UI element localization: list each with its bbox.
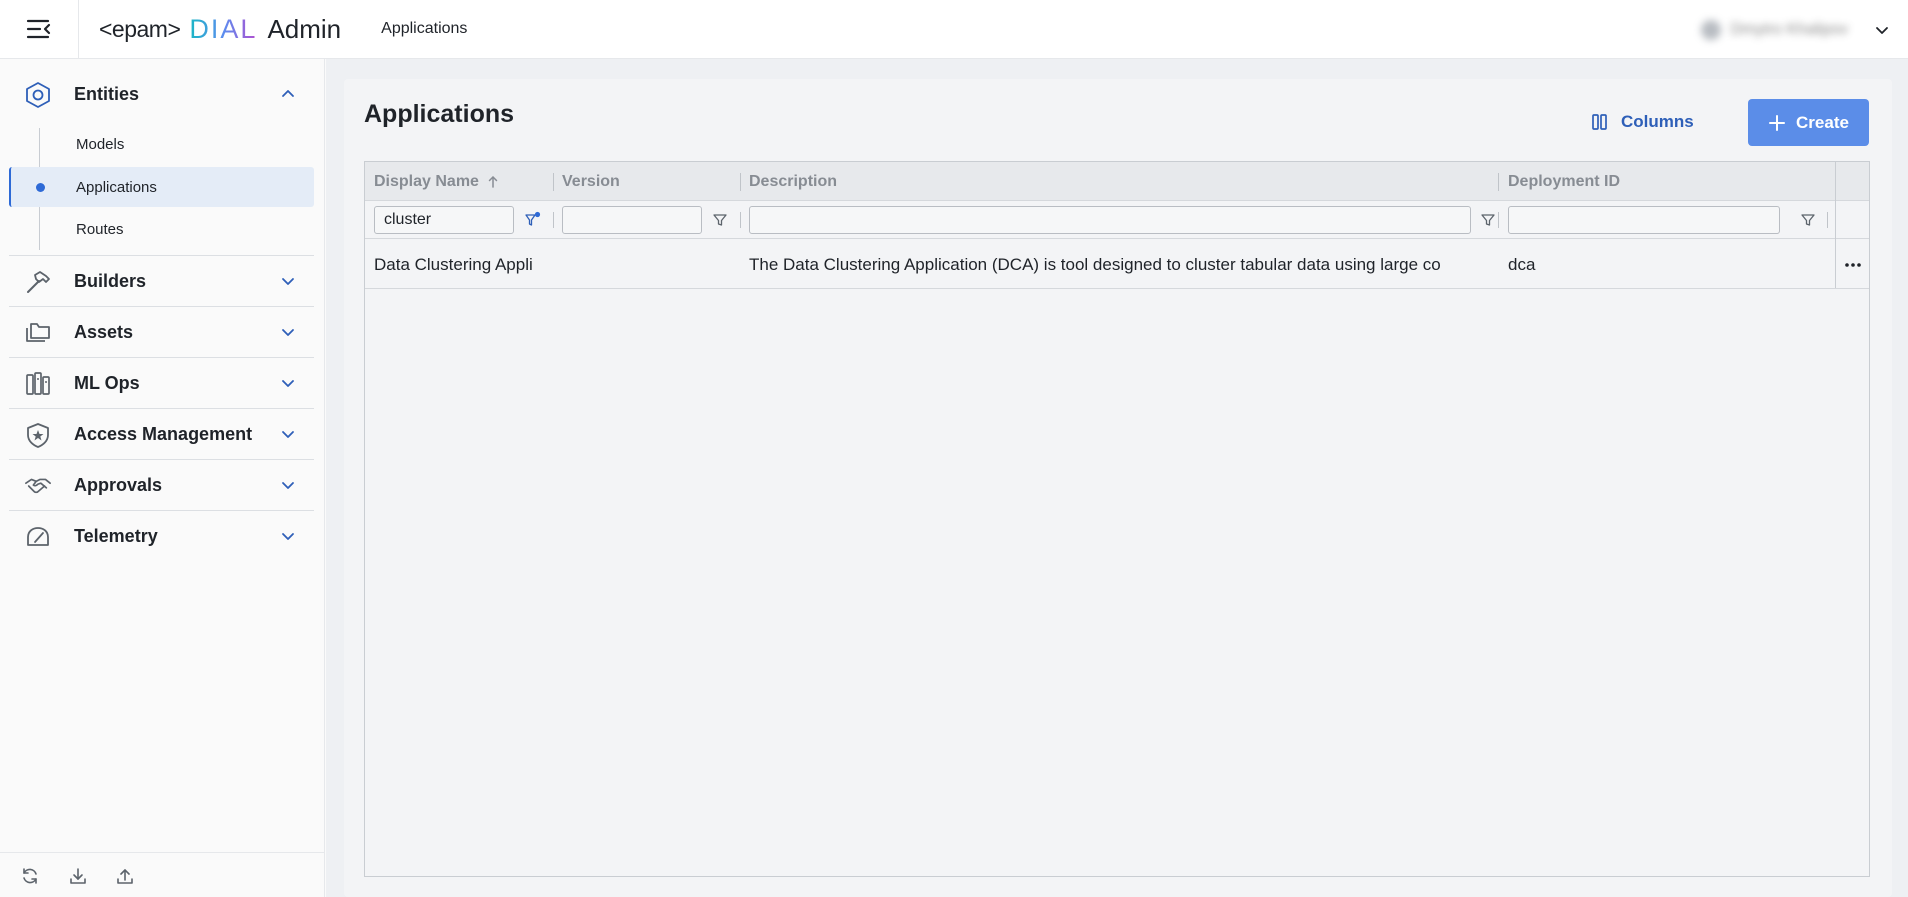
sidebar: Entities Models Applications Routes Buil… [0, 59, 325, 897]
active-indicator [36, 183, 45, 192]
upload-icon[interactable] [114, 865, 136, 887]
sidebar-item-routes[interactable]: Routes [9, 209, 314, 249]
column-separator[interactable] [740, 173, 741, 191]
chevron-down-icon[interactable] [280, 273, 296, 289]
deployment-id-filter-input[interactable] [1508, 206, 1780, 234]
sidebar-section-label: Builders [74, 270, 147, 291]
sidebar-section-telemetry[interactable]: Telemetry [9, 511, 314, 561]
sort-ascending-icon[interactable] [487, 175, 499, 189]
column-header-version[interactable]: Version [562, 162, 692, 201]
top-header: <epam> DIAL Admin Applications Dmytro Kh… [0, 0, 1908, 59]
cell-description: The Data Clustering Application (DCA) is… [749, 254, 1441, 274]
filter-icon[interactable] [1799, 211, 1817, 229]
filter-row [365, 201, 1869, 239]
sidebar-item-label: Models [76, 135, 125, 153]
sidebar-footer [0, 852, 325, 897]
user-name: Dmytro Khalipov [1730, 20, 1848, 38]
version-filter-input[interactable] [562, 206, 702, 234]
table-header: Display Name Version Description Deploym… [365, 162, 1869, 201]
gauge-icon [24, 523, 52, 551]
sidebar-section-label: ML Ops [74, 372, 140, 393]
sidebar-section-access-management[interactable]: Access Management [9, 409, 314, 459]
avatar [1700, 19, 1721, 40]
applications-panel: Applications Columns Create Display Name… [344, 79, 1892, 897]
description-filter-input[interactable] [749, 206, 1471, 234]
sidebar-section-label: Assets [74, 321, 134, 342]
columns-label: Columns [1621, 112, 1694, 131]
shield-star-icon [24, 421, 52, 449]
header-breadcrumb: Applications [381, 20, 468, 37]
sidebar-item-label: Applications [76, 178, 157, 196]
create-button[interactable]: Create [1748, 99, 1869, 146]
sidebar-item-applications[interactable]: Applications [9, 167, 314, 207]
chevron-down-icon[interactable] [280, 528, 296, 544]
chevron-down-icon[interactable] [280, 375, 296, 391]
column-separator[interactable] [1498, 173, 1499, 191]
filter-icon[interactable] [1479, 211, 1497, 229]
applications-table: Display Name Version Description Deploym… [364, 161, 1870, 877]
pinned-column-border [1835, 162, 1836, 288]
sidebar-section-assets[interactable]: Assets [9, 307, 314, 357]
sidebar-section-ml-ops[interactable]: ML Ops [9, 358, 314, 408]
page-title: Applications [364, 100, 515, 128]
sidebar-section-label: Telemetry [74, 525, 158, 546]
filter-icon[interactable] [711, 211, 729, 229]
user-menu[interactable]: Dmytro Khalipov [1700, 0, 1890, 59]
chevron-down-icon[interactable] [280, 477, 296, 493]
column-header-description[interactable]: Description [749, 162, 1049, 201]
handshake-icon [24, 472, 52, 500]
cell-deployment-id: dca [1508, 254, 1536, 274]
ml-ops-icon [24, 370, 52, 398]
sidebar-section-label: Entities [74, 83, 140, 104]
hammer-icon [24, 268, 52, 296]
sidebar-section-label: Approvals [74, 474, 163, 495]
plus-icon [1769, 114, 1786, 131]
column-header-label: Display Name [374, 172, 479, 190]
menu-toggle-button[interactable] [0, 0, 79, 59]
chevron-down-icon[interactable] [1874, 22, 1890, 38]
refresh-icon[interactable] [19, 865, 41, 887]
filter-separator [553, 212, 554, 228]
columns-button[interactable]: Columns [1590, 99, 1708, 145]
cell-version [562, 240, 738, 289]
columns-icon [1592, 114, 1607, 130]
logo-admin: Admin [267, 13, 342, 44]
display-name-filter-input[interactable] [374, 206, 514, 234]
logo-dial: DIAL [189, 13, 258, 44]
column-header-deployment-id[interactable]: Deployment ID [1508, 162, 1708, 201]
filter-separator [740, 212, 741, 228]
hexagon-icon [24, 81, 52, 109]
menu-collapse-icon [26, 19, 51, 39]
filter-active-icon[interactable] [524, 211, 542, 229]
sidebar-item-models[interactable]: Models [9, 124, 314, 164]
column-header-display-name[interactable]: Display Name [374, 162, 514, 201]
table-row[interactable]: Data Clustering Appli The Data Clusterin… [365, 240, 1869, 289]
filter-separator [1827, 212, 1828, 228]
more-options-icon[interactable] [1836, 240, 1869, 289]
column-separator[interactable] [553, 173, 554, 191]
cell-display-name: Data Clustering Appli [374, 254, 533, 274]
sidebar-section-builders[interactable]: Builders [9, 256, 314, 306]
sidebar-section-entities[interactable]: Entities [9, 69, 314, 119]
chevron-down-icon[interactable] [280, 426, 296, 442]
create-label: Create [1796, 112, 1849, 132]
dial-admin-logo[interactable]: <epam> DIAL Admin [99, 0, 341, 59]
logo-epam: <epam> [99, 15, 181, 42]
filter-separator [1498, 212, 1499, 228]
folders-icon [24, 319, 52, 347]
download-icon[interactable] [67, 865, 89, 887]
chevron-up-icon[interactable] [280, 86, 296, 102]
sidebar-section-label: Access Management [74, 423, 253, 444]
sidebar-item-label: Routes [76, 220, 124, 238]
sidebar-section-approvals[interactable]: Approvals [9, 460, 314, 510]
main-content: Applications Columns Create Display Name… [326, 59, 1908, 897]
chevron-down-icon[interactable] [280, 324, 296, 340]
